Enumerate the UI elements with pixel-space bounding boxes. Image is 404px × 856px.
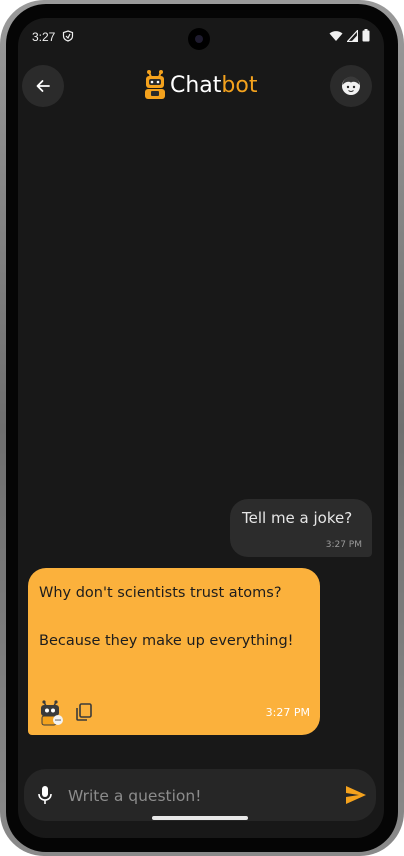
app-title: Chatbot — [142, 70, 257, 100]
copy-icon[interactable] — [74, 702, 94, 722]
message-input-bar — [24, 769, 376, 821]
app-screen: 3:27 Chatbot Tell me a joke? 3:27 PM Why… — [18, 18, 384, 838]
profile-button[interactable] — [330, 65, 372, 107]
title-accent: bot — [221, 72, 258, 98]
bot-message-bubble: Why don't scientists trust atoms? Becaus… — [28, 568, 320, 735]
app-title-text: Chatbot — [170, 73, 257, 98]
microphone-icon[interactable] — [34, 783, 56, 807]
user-face-icon — [342, 76, 360, 95]
user-message-text: Tell me a joke? — [242, 509, 353, 527]
status-bar: 3:27 — [18, 18, 384, 56]
bot-message-footer: 3:27 PM — [38, 700, 310, 726]
home-indicator — [152, 816, 248, 820]
battery-icon — [362, 29, 370, 42]
user-message-bubble: Tell me a joke? 3:27 PM — [230, 499, 372, 557]
robot-logo-icon — [145, 70, 165, 99]
wifi-icon — [329, 30, 343, 41]
app-header: Chatbot — [18, 62, 384, 110]
title-main: Chat — [170, 72, 222, 98]
arrow-left-icon — [36, 80, 50, 92]
vpn-shield-icon — [62, 30, 74, 42]
signal-icon — [347, 29, 358, 42]
camera-cutout — [188, 28, 210, 50]
send-icon[interactable] — [344, 783, 368, 807]
bot-message-text: Why don't scientists trust atoms? Becaus… — [39, 585, 294, 649]
back-button[interactable] — [22, 65, 64, 107]
bot-message-time: 3:27 PM — [265, 706, 310, 719]
status-time: 3:27 — [32, 30, 56, 44]
user-message-time: 3:27 PM — [325, 540, 362, 550]
status-icons — [329, 29, 370, 42]
robot-avatar-icon — [41, 700, 63, 726]
question-input[interactable] — [66, 779, 330, 813]
